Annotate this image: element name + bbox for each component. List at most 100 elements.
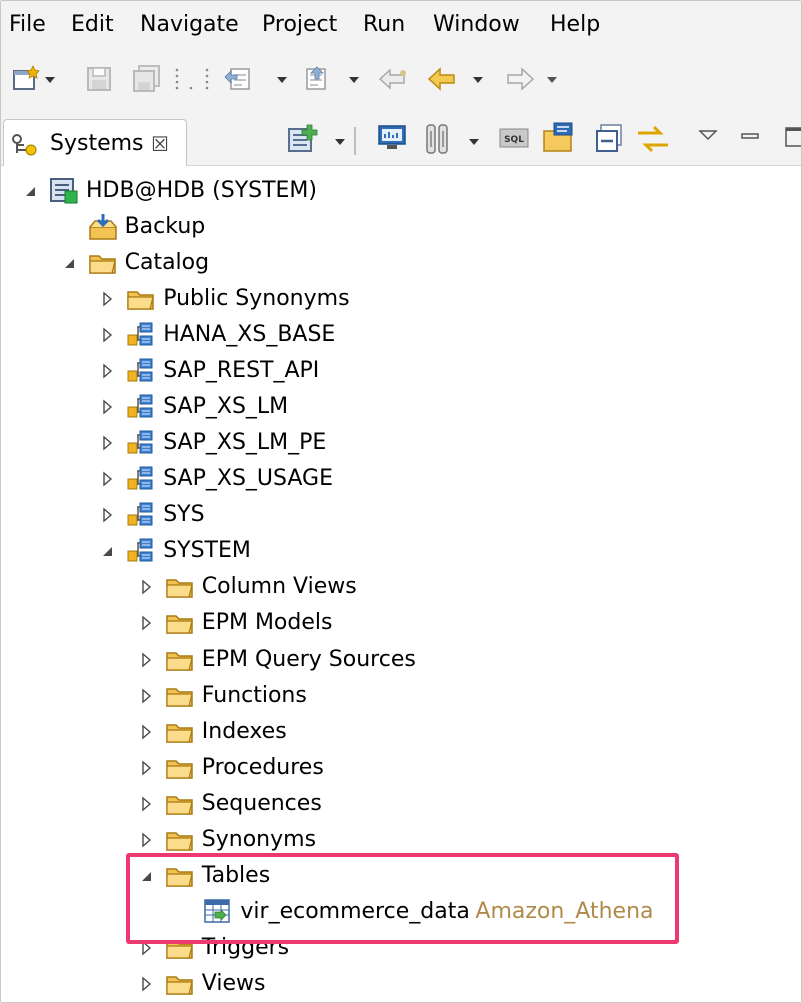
tree-node-sys[interactable]: SYS [1, 497, 801, 533]
expand-toggle-icon[interactable] [137, 750, 157, 786]
configuration-icon[interactable] [423, 123, 487, 154]
tree-node-sap-rest-api[interactable]: SAP_REST_API [1, 353, 801, 389]
tree-node-vir-ecommerce-data[interactable]: vir_ecommerce_data Amazon_Athena [1, 894, 801, 930]
schema-icon [126, 321, 156, 349]
tree-node-epm-models[interactable]: EPM Models [1, 605, 801, 641]
menu-file[interactable]: File [6, 8, 49, 42]
tree-node-label: Views [201, 970, 266, 996]
tree-node-label: vir_ecommerce_data [240, 898, 470, 924]
tree-node-sap-xs-usage[interactable]: SAP_XS_USAGE [1, 461, 801, 497]
expand-toggle-icon[interactable] [98, 389, 118, 425]
menu-run[interactable]: Run [360, 8, 408, 42]
tree-node-label: HDB@HDB (SYSTEM) [86, 178, 317, 203]
tree-node-sap-xs-lm[interactable]: SAP_XS_LM [1, 389, 801, 425]
tree-node-indexes[interactable]: Indexes [1, 714, 801, 750]
folder-icon [165, 934, 195, 962]
open-sql-icon[interactable] [541, 121, 577, 152]
tree-node-label: SAP_XS_LM_PE [163, 430, 327, 456]
tree-node-triggers[interactable]: Triggers [1, 930, 801, 966]
tree-node-hana-xs-base[interactable]: HANA_XS_BASE [1, 317, 801, 353]
tree-node-sequences[interactable]: Sequences [1, 786, 801, 822]
expand-toggle-icon[interactable] [98, 461, 118, 497]
expand-toggle-icon[interactable] [137, 966, 157, 1002]
collapse-toggle-icon[interactable] [137, 858, 157, 894]
tree-node-catalog[interactable]: Catalog [1, 245, 801, 281]
tab-systems[interactable]: Systems ☒ [3, 119, 187, 166]
systems-view-icon [10, 132, 44, 162]
tab-systems-label: Systems [50, 131, 144, 156]
expand-toggle-icon[interactable] [137, 822, 157, 858]
maximize-icon[interactable] [783, 125, 801, 153]
menu-help[interactable]: Help [547, 8, 603, 42]
folder-icon [165, 826, 195, 854]
expand-toggle-icon[interactable] [98, 317, 118, 353]
tree-node-tables[interactable]: Tables [1, 858, 801, 894]
monitor-icon[interactable] [377, 123, 407, 151]
view-tab-strip: Systems ☒ SQL [1, 111, 801, 166]
forward-icon[interactable] [503, 65, 569, 93]
menu-window[interactable]: Window [430, 8, 523, 42]
tree-node-sap-xs-lm-pe[interactable]: SAP_XS_LM_PE [1, 425, 801, 461]
system-icon [49, 177, 79, 205]
menu-navigate[interactable]: Navigate [137, 8, 242, 42]
tree-node-system[interactable]: SYSTEM [1, 533, 801, 569]
collapse-toggle-icon[interactable] [21, 173, 41, 209]
expand-toggle-icon[interactable] [137, 714, 157, 750]
expand-toggle-icon[interactable] [137, 642, 157, 678]
next-annotation-icon[interactable] [223, 65, 293, 93]
previous-annotation-icon[interactable] [301, 65, 371, 93]
folder-icon [165, 609, 195, 637]
collapse-all-icon[interactable] [595, 123, 625, 152]
new-wizard-icon[interactable] [11, 65, 57, 93]
tree-node-public-synonyms[interactable]: Public Synonyms [1, 281, 801, 317]
collapse-toggle-icon[interactable] [60, 245, 80, 281]
tree-node-epm-query-sources[interactable]: EPM Query Sources [1, 642, 801, 678]
collapse-toggle-icon[interactable] [98, 533, 118, 569]
folder-icon [165, 754, 195, 782]
tree-node-functions[interactable]: Functions [1, 678, 801, 714]
add-system-icon[interactable] [285, 123, 351, 152]
tree-node-views[interactable]: Views [1, 966, 801, 1002]
link-with-editor-icon[interactable] [635, 123, 671, 153]
folder-icon [165, 573, 195, 601]
tree-node-synonyms[interactable]: Synonyms [1, 822, 801, 858]
tree-node-label: Backup [124, 214, 206, 240]
folder-icon [165, 970, 195, 998]
tree-node-label: Sequences [201, 790, 322, 816]
tree-node-column-views[interactable]: Column Views [1, 569, 801, 605]
tree-node-label: Tables [201, 862, 271, 888]
last-edit-location-icon[interactable] [377, 65, 413, 93]
tree-node-procedures[interactable]: Procedures [1, 750, 801, 786]
tree-node-label: Procedures [201, 754, 324, 780]
tree-node-label: Indexes [201, 718, 287, 744]
expand-toggle-icon[interactable] [137, 930, 157, 966]
main-toolbar [1, 51, 801, 111]
expand-toggle-icon[interactable] [98, 497, 118, 533]
save-icon[interactable] [85, 65, 113, 93]
tree-node-label: HANA_XS_BASE [163, 322, 336, 348]
tree-node-label: Functions [201, 682, 307, 708]
expand-toggle-icon[interactable] [98, 425, 118, 461]
sql-console-icon[interactable]: SQL [499, 125, 529, 153]
expand-toggle-icon[interactable] [137, 678, 157, 714]
folder-icon [165, 862, 195, 890]
expand-toggle-icon[interactable] [98, 281, 118, 317]
tree-node-label: SAP_XS_USAGE [163, 466, 333, 492]
tree-node-hdb-hdb-system[interactable]: HDB@HDB (SYSTEM) [1, 173, 801, 209]
view-menu-icon[interactable] [697, 125, 719, 153]
expand-toggle-icon[interactable] [137, 569, 157, 605]
expand-toggle-icon[interactable] [137, 786, 157, 822]
tree-node-label: SYS [163, 502, 205, 528]
tree-node-label: Synonyms [201, 826, 317, 852]
menu-bar: File Edit Navigate Project Run Window He… [1, 1, 801, 51]
save-all-icon[interactable] [131, 65, 163, 93]
expand-toggle-icon[interactable] [137, 605, 157, 641]
minimize-icon[interactable] [739, 125, 763, 153]
menu-project[interactable]: Project [259, 8, 340, 42]
back-icon[interactable] [427, 65, 493, 93]
expand-toggle-icon[interactable] [98, 353, 118, 389]
tree-node-label: Catalog [124, 250, 210, 276]
menu-edit[interactable]: Edit [68, 8, 117, 42]
tree-node-backup[interactable]: Backup [1, 209, 801, 245]
close-icon[interactable]: ☒ [151, 130, 169, 158]
